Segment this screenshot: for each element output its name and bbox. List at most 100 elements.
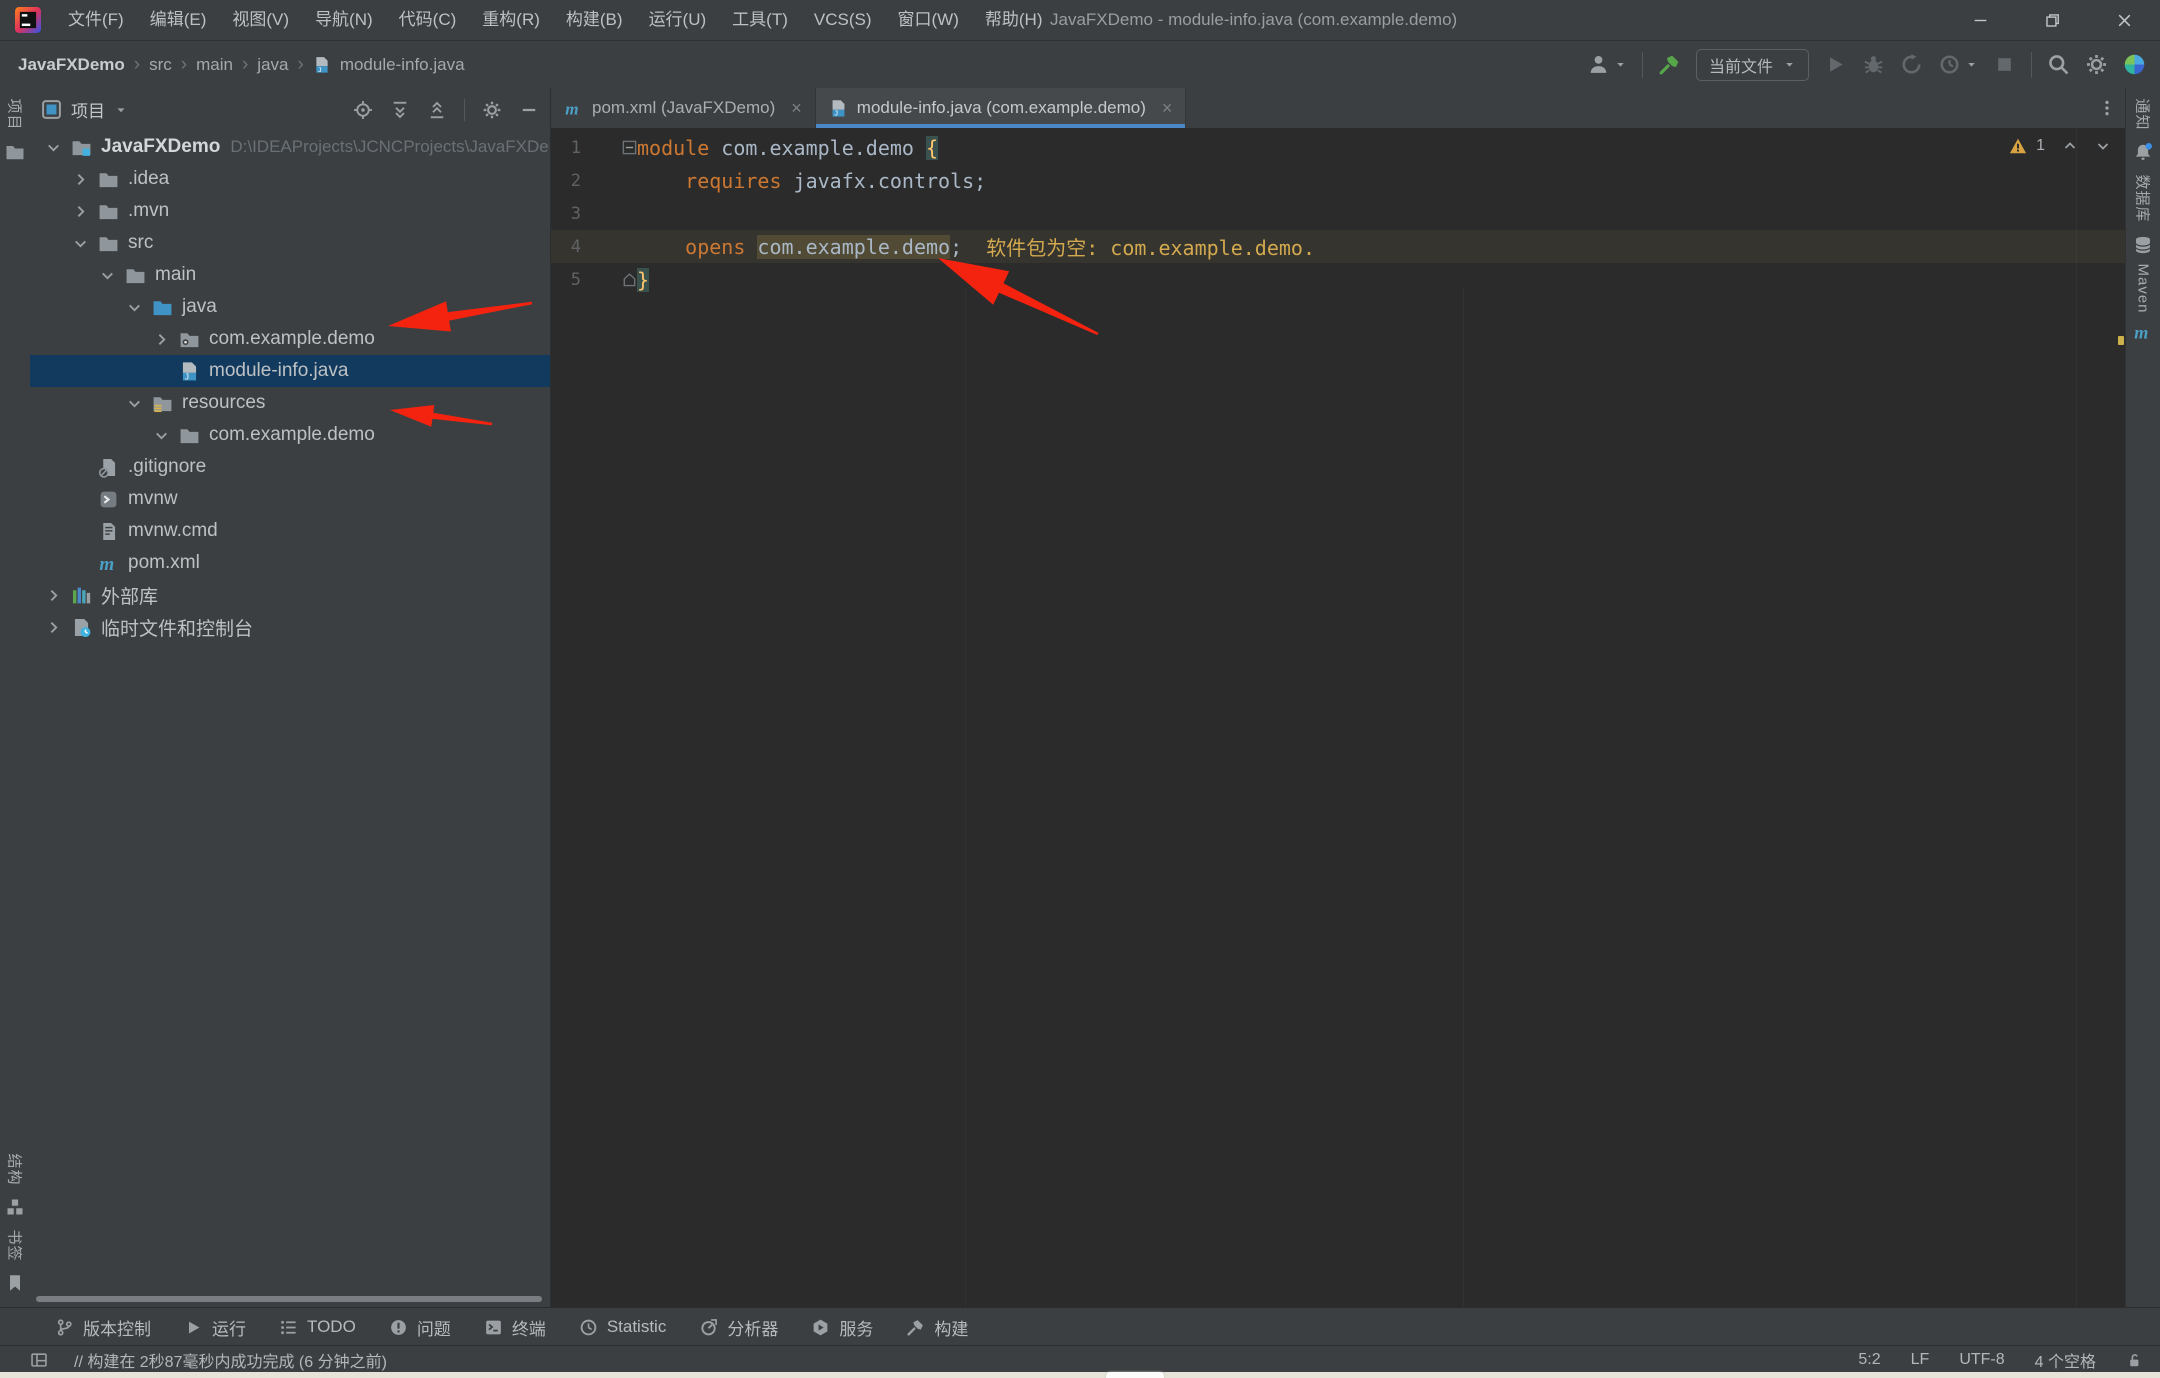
run-button[interactable] [1824, 53, 1847, 76]
tree-item-.idea[interactable]: .idea [30, 163, 550, 195]
tool-window-button-问题[interactable]: 问题 [389, 1315, 451, 1340]
profiler-button[interactable] [1900, 53, 1923, 76]
tool-window-button-Statistic[interactable]: Statistic [579, 1317, 667, 1337]
menu-item-4[interactable]: 代码(C) [386, 0, 470, 40]
tool-window-stripe-button-结构[interactable]: 结构 [0, 1147, 30, 1191]
debug-button[interactable] [1862, 53, 1885, 76]
tree-item-.gitignore[interactable]: .gitignore [30, 451, 550, 483]
profile-avatar[interactable] [1587, 53, 1627, 76]
tool-window-stripe-button-通知[interactable]: 通知 [2126, 92, 2160, 136]
breadcrumb-item-2[interactable]: main [196, 55, 233, 75]
code-line-1[interactable]: 1module com.example.demo { [551, 131, 2125, 164]
close-button[interactable] [2088, 0, 2160, 40]
code-area[interactable]: 1module com.example.demo {2 requires jav… [551, 131, 2125, 296]
settings-button[interactable] [2085, 53, 2108, 76]
tool-window-button-版本控制[interactable]: 版本控制 [55, 1315, 151, 1340]
menu-item-7[interactable]: 运行(U) [636, 0, 720, 40]
expandAll-button[interactable] [390, 100, 410, 120]
tool-window-stripe-button-数据库[interactable]: 数据库 [2126, 168, 2160, 229]
chevron-down-icon[interactable] [72, 235, 89, 252]
breadcrumb-item-4[interactable]: module-info.java [340, 55, 465, 75]
tool-window-button-运行[interactable]: 运行 [184, 1315, 246, 1340]
menu-item-8[interactable]: 工具(T) [719, 0, 801, 40]
stop-button[interactable] [1993, 53, 2016, 76]
tool-window-button-服务[interactable]: 服务 [811, 1315, 873, 1340]
menu-item-6[interactable]: 构建(B) [553, 0, 636, 40]
tool-window-button-分析器[interactable]: 分析器 [699, 1315, 778, 1340]
breadcrumb-item-1[interactable]: src [149, 55, 172, 75]
file-encoding[interactable]: UTF-8 [1959, 1351, 2004, 1369]
project-panel-title[interactable]: 项目 [71, 97, 105, 122]
tree-item-src[interactable]: src [30, 227, 550, 259]
plugin-button[interactable] [2123, 53, 2146, 76]
chevron-down-icon[interactable] [126, 395, 143, 412]
chevron-right-icon[interactable] [45, 587, 62, 604]
editor-tab-1[interactable]: Jmodule-info.java (com.example.demo)× [816, 88, 1187, 128]
minimize-button[interactable] [1944, 0, 2016, 40]
menu-item-0[interactable]: 文件(F) [55, 0, 137, 40]
menu-item-3[interactable]: 导航(N) [302, 0, 386, 40]
tree-item-mvnw.cmd[interactable]: mvnw.cmd [30, 515, 550, 547]
code-line-2[interactable]: 2 requires javafx.controls; [551, 164, 2125, 197]
chevron-down-icon[interactable] [126, 299, 143, 316]
tree-item-resources[interactable]: resources [30, 387, 550, 419]
tree-item-pom.xml[interactable]: mpom.xml [30, 547, 550, 579]
tool-window-button-终端[interactable]: 终端 [484, 1315, 546, 1340]
code-line-4[interactable]: 4 opens com.example.demo; 软件包为空: com.exa… [551, 230, 2125, 263]
tool-window-stripe-button-Maven[interactable]: Maven [2126, 261, 2160, 316]
build-project-button[interactable] [1658, 53, 1681, 76]
minus-button[interactable] [519, 100, 539, 120]
chevron-down-icon[interactable] [153, 427, 170, 444]
chevron-right-icon[interactable] [153, 331, 170, 348]
layout-icon[interactable] [30, 1351, 48, 1369]
code-line-5[interactable]: 5} [551, 263, 2125, 296]
tree-item-mvnw[interactable]: mvnw [30, 483, 550, 515]
breadcrumb-item-3[interactable]: java [257, 55, 288, 75]
breadcrumb-item-0[interactable]: JavaFXDemo [18, 55, 125, 75]
horizontal-scrollbar[interactable] [36, 1296, 542, 1302]
tool-window-stripe-button-书签[interactable]: 书签 [0, 1223, 30, 1267]
chevron-down-icon[interactable] [45, 139, 62, 156]
menu-item-2[interactable]: 视图(V) [219, 0, 302, 40]
tree-item-module-info.java[interactable]: Jmodule-info.java [30, 355, 550, 387]
tab-close-icon[interactable]: × [1162, 99, 1173, 117]
chevron-right-icon[interactable] [45, 619, 62, 636]
chevron-down-icon[interactable] [99, 267, 116, 284]
error-stripe-warning-mark[interactable] [2118, 336, 2124, 345]
restore-button[interactable] [2016, 0, 2088, 40]
indent-style[interactable]: 4 个空格 [2035, 1348, 2096, 1372]
tree-item-外部库[interactable]: 外部库 [30, 579, 550, 611]
tree-item-main[interactable]: main [30, 259, 550, 291]
target-button[interactable] [353, 100, 373, 120]
tool-window-button-构建[interactable]: 构建 [906, 1315, 968, 1340]
fold-end-icon[interactable] [622, 272, 637, 287]
code-line-3[interactable]: 3 [551, 197, 2125, 230]
file-writable-toggle[interactable] [2126, 1352, 2142, 1368]
chevron-down-icon[interactable] [114, 103, 128, 117]
status-message[interactable]: // 构建在 2秒87毫秒内成功完成 (6 分钟之前) [74, 1348, 387, 1372]
editor[interactable]: 1module com.example.demo {2 requires jav… [551, 129, 2125, 1307]
tree-item-com.example.demo[interactable]: com.example.demo [30, 419, 550, 451]
caret-position[interactable]: 5:2 [1858, 1351, 1880, 1369]
gear-button[interactable] [482, 100, 502, 120]
menu-item-11[interactable]: 帮助(H) [972, 0, 1056, 40]
coverage-button[interactable] [1938, 53, 1978, 76]
search-everywhere-button[interactable] [2047, 53, 2070, 76]
tree-item-临时文件和控制台[interactable]: 临时文件和控制台 [30, 611, 550, 643]
tool-window-stripe-button-项目[interactable]: 项目 [0, 92, 30, 136]
menu-item-9[interactable]: VCS(S) [801, 0, 885, 40]
collapseAll-button[interactable] [427, 100, 447, 120]
chevron-right-icon[interactable] [72, 171, 89, 188]
tab-list-menu-button[interactable] [2098, 88, 2125, 128]
tool-window-button-TODO[interactable]: TODO [279, 1317, 356, 1337]
previous-problem-icon[interactable] [2062, 138, 2078, 154]
tree-item-com.example.demo[interactable]: com.example.demo [30, 323, 550, 355]
tab-close-icon[interactable]: × [791, 99, 802, 117]
tree-item-.mvn[interactable]: .mvn [30, 195, 550, 227]
menu-item-10[interactable]: 窗口(W) [885, 0, 972, 40]
editor-tab-0[interactable]: mpom.xml (JavaFXDemo)× [551, 88, 816, 128]
menu-item-5[interactable]: 重构(R) [469, 0, 553, 40]
tree-item-java[interactable]: java [30, 291, 550, 323]
inspection-widget[interactable]: 1 [2009, 137, 2111, 155]
menu-item-1[interactable]: 编辑(E) [137, 0, 220, 40]
